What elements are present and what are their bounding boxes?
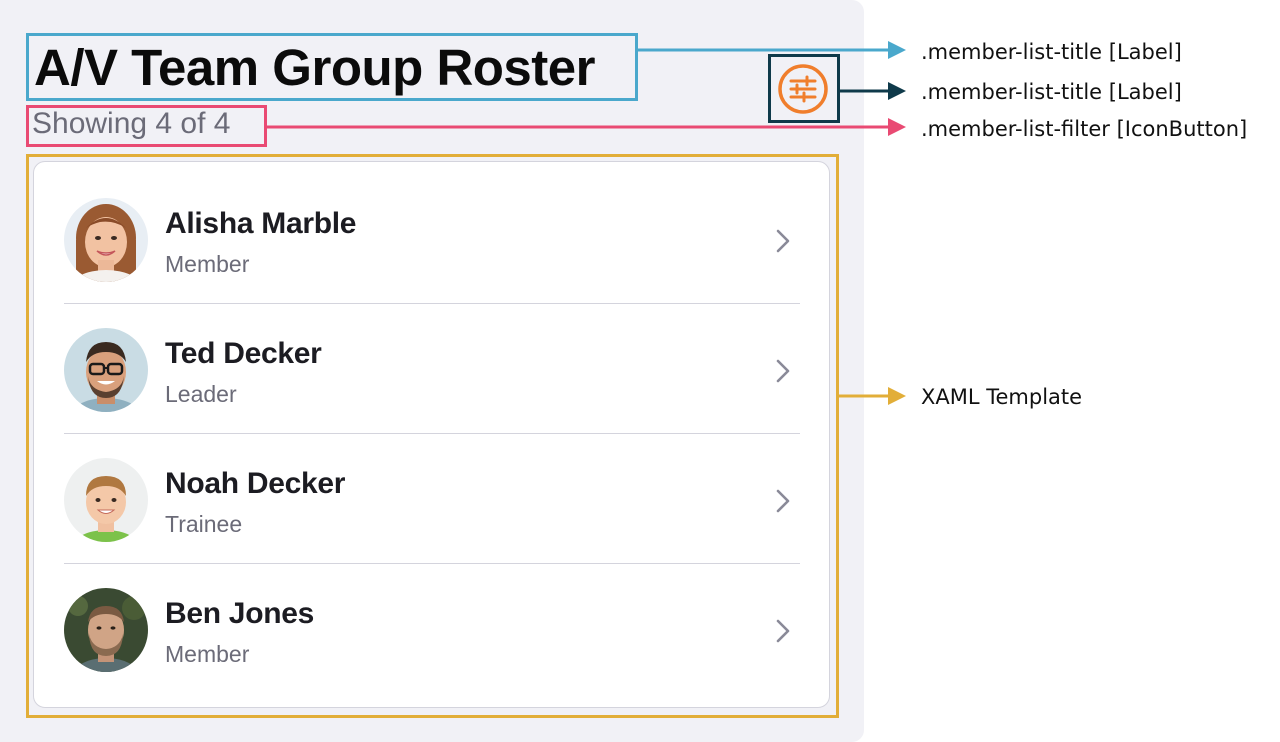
page-title: A/V Team Group Roster <box>34 39 595 96</box>
annotation-label: XAML Template <box>921 385 1083 409</box>
filter-sliders-icon <box>778 64 828 114</box>
member-count-label: Showing 4 of 4 <box>32 107 231 140</box>
avatar <box>64 588 148 672</box>
chevron-right-icon <box>776 489 790 513</box>
member-role: Member <box>165 251 250 277</box>
avatar <box>64 328 148 412</box>
annotation-label: .member-list-filter [IconButton] <box>921 117 1248 141</box>
member-name: Ted Decker <box>165 337 322 370</box>
chevron-right-icon <box>776 619 790 643</box>
list-item[interactable]: Ben Jones Member <box>64 564 800 694</box>
list-item[interactable]: Ted Decker Leader <box>64 304 800 434</box>
member-role: Trainee <box>165 511 243 537</box>
member-list-panel: A/V Team Group Roster Showing 4 of 4 Ali… <box>0 0 864 742</box>
member-role: Leader <box>165 381 237 407</box>
avatar <box>64 198 148 282</box>
list-item[interactable]: Noah Decker Trainee <box>64 434 800 564</box>
member-name: Noah Decker <box>165 467 346 500</box>
screen: A/V Team Group Roster Showing 4 of 4 Ali… <box>0 0 1280 742</box>
annotation-label: .member-list-title [Label] <box>921 40 1182 64</box>
member-name: Alisha Marble <box>165 207 357 240</box>
chevron-right-icon <box>776 229 790 253</box>
member-name: Ben Jones <box>165 597 315 630</box>
member-list-card: Alisha Marble Member Ted Decker Leader N… <box>33 161 830 708</box>
member-role: Member <box>165 641 250 667</box>
avatar <box>64 458 148 542</box>
chevron-right-icon <box>776 359 790 383</box>
annotation-label: .member-list-title [Label] <box>921 80 1182 104</box>
list-item[interactable]: Alisha Marble Member <box>64 174 800 304</box>
filter-button[interactable] <box>777 63 829 115</box>
